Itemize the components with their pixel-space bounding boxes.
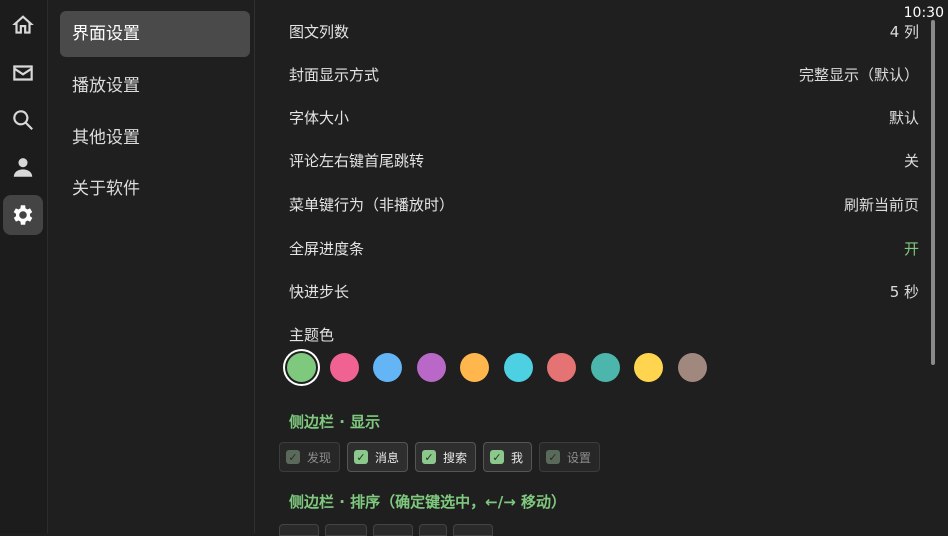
setting-value: 开 [903,240,919,258]
mail-icon [13,65,33,81]
sidebar-chip-discover[interactable]: ✓ 发现 [279,442,341,472]
check-icon: ✓ [490,450,504,464]
theme-swatch-brown[interactable] [678,353,707,382]
setting-label: 主题色 [289,326,335,344]
setting-row-fullscreen-progress[interactable]: 全屏进度条 开 [289,234,919,264]
setting-value: 刷新当前页 [843,196,919,214]
setting-row-menu-key[interactable]: 菜单键行为（非播放时） 刷新当前页 [289,190,919,220]
settings-menu: 界面设置 播放设置 其他设置 关于软件 [48,0,255,533]
status-clock: 10:30 [903,5,944,21]
order-chip[interactable] [373,524,413,536]
sidebar-display-title: 侧边栏 · 显示 [289,413,381,431]
chip-label: 发现 [307,450,332,465]
setting-row-columns[interactable]: 图文列数 4 列 [289,17,919,47]
theme-swatch-green[interactable] [287,353,316,382]
chip-label: 消息 [375,450,400,465]
settings-content: 图文列数 4 列 封面显示方式 完整显示（默认） 字体大小 默认 评论左右键首尾… [255,0,935,536]
setting-label: 字体大小 [289,109,350,127]
setting-label: 封面显示方式 [289,66,380,84]
setting-row-cover-mode[interactable]: 封面显示方式 完整显示（默认） [289,60,919,90]
nav-profile[interactable] [3,147,43,187]
setting-label: 图文列数 [289,23,350,41]
order-chip[interactable] [453,524,493,536]
setting-value: 4 列 [889,23,919,41]
check-icon: ✓ [422,450,436,464]
setting-row-seek-step[interactable]: 快进步长 5 秒 [289,277,919,307]
search-icon [13,110,33,130]
theme-swatch-yellow[interactable] [634,353,663,382]
nav-search[interactable] [3,100,43,140]
nav-home[interactable] [3,5,43,45]
theme-swatch-blue[interactable] [373,353,402,382]
setting-row-font-size[interactable]: 字体大小 默认 [289,103,919,133]
chip-label: 我 [511,450,524,465]
check-icon: ✓ [354,450,368,464]
theme-swatch-orange[interactable] [460,353,489,382]
nav-messages[interactable] [3,53,43,93]
nav-settings[interactable] [3,195,43,235]
check-icon: ✓ [546,450,560,464]
home-icon [12,15,34,34]
setting-label: 快进步长 [289,283,350,301]
menu-item-about[interactable]: 关于软件 [60,166,250,212]
sidebar-chip-messages[interactable]: ✓ 消息 [347,442,409,472]
setting-row-comment-jump[interactable]: 评论左右键首尾跳转 关 [289,146,919,176]
setting-value: 完整显示（默认） [798,66,919,84]
order-chip[interactable] [279,524,319,536]
theme-swatch-teal[interactable] [591,353,620,382]
nav-rail [0,0,48,533]
theme-swatch-purple[interactable] [417,353,446,382]
sidebar-order-title: 侧边栏 · 排序（确定键选中，←/→ 移动） [289,493,566,511]
theme-swatch-pink[interactable] [330,353,359,382]
gear-icon [13,205,33,225]
order-chip[interactable] [419,524,447,536]
person-icon [13,158,33,177]
setting-label: 评论左右键首尾跳转 [289,152,425,170]
menu-item-other-settings[interactable]: 其他设置 [60,115,250,161]
setting-value: 关 [903,152,919,170]
sidebar-chip-me[interactable]: ✓ 我 [483,442,533,472]
chip-label: 搜索 [443,450,468,465]
setting-label: 全屏进度条 [289,240,365,258]
setting-value: 默认 [888,109,919,127]
setting-label: 菜单键行为（非播放时） [289,196,455,214]
theme-swatch-red[interactable] [547,353,576,382]
theme-swatch-cyan[interactable] [504,353,533,382]
check-icon: ✓ [286,450,300,464]
menu-item-ui-settings[interactable]: 界面设置 [60,11,250,57]
chip-label: 设置 [567,450,592,465]
theme-color-heading: 主题色 [289,320,919,350]
sidebar-chip-search[interactable]: ✓ 搜索 [415,442,477,472]
sidebar-chip-settings[interactable]: ✓ 设置 [539,442,601,472]
order-chip[interactable] [325,524,367,536]
menu-item-playback-settings[interactable]: 播放设置 [60,63,250,109]
setting-value: 5 秒 [889,283,919,301]
scrollbar[interactable] [931,20,935,365]
